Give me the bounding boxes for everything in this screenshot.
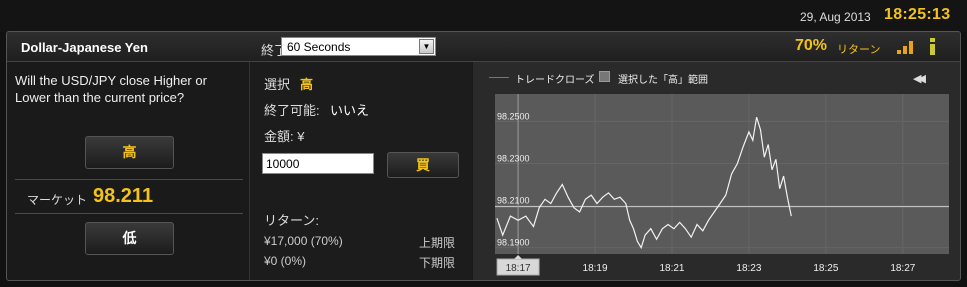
y-tick-label: 98.2300 bbox=[497, 153, 530, 163]
plot-area bbox=[495, 94, 949, 254]
y-tick-label: 98.1900 bbox=[497, 238, 530, 248]
chevron-down-icon[interactable]: ▼ bbox=[419, 39, 434, 54]
current-date: 29, Aug 2013 bbox=[800, 10, 871, 24]
payout-low-label: 下期限 bbox=[419, 256, 456, 270]
price-chart: トレードクローズ 選択した「高」範囲 ◀◀ 98.2500 98.2300 98.2… bbox=[473, 62, 960, 280]
selection-value: 高 bbox=[300, 77, 314, 92]
return-percentage: 70% bbox=[795, 37, 828, 54]
asset-name: Dollar-Japanese Yen bbox=[21, 40, 148, 55]
y-tick-label: 98.2500 bbox=[497, 111, 530, 121]
market-label: マーケット bbox=[27, 193, 88, 207]
return-title: リターン: bbox=[264, 213, 319, 228]
closable-value: いいえ bbox=[330, 103, 370, 118]
trade-widget: Dollar-Japanese Yen 終了 60 Seconds ▼ 70% … bbox=[6, 31, 961, 281]
payout-low-value: ¥0 (0%) bbox=[264, 254, 307, 268]
x-tick-label: 18:23 bbox=[736, 263, 761, 274]
top-status-bar: 29, Aug 2013 18:25:13 bbox=[0, 0, 967, 32]
chart-svg: 98.2500 98.2300 98.2100 98.1900 18:17 18:19 18… bbox=[495, 94, 949, 276]
divider bbox=[15, 213, 243, 214]
direction-panel: Will the USD/JPY close Higher or Lower t… bbox=[7, 62, 250, 280]
market-price: 98.211 bbox=[93, 185, 154, 207]
low-button[interactable]: 低 bbox=[85, 222, 174, 255]
current-time: 18:25:13 bbox=[884, 6, 951, 23]
y-tick-label: 98.2100 bbox=[497, 196, 530, 206]
expiry-value: 60 Seconds bbox=[287, 40, 351, 54]
x-tick-label: 18:25 bbox=[813, 263, 838, 274]
high-button[interactable]: 高 bbox=[85, 136, 174, 169]
order-panel: 選択 高 終了可能: いいえ 金額: ¥ 10000 買 リターン: ¥17,0… bbox=[250, 62, 472, 280]
closable-label: 終了可能: bbox=[264, 103, 320, 118]
buy-button[interactable]: 買 bbox=[387, 152, 459, 178]
return-label: リターン bbox=[837, 44, 881, 56]
widget-header: Dollar-Japanese Yen 終了 60 Seconds ▼ 70% … bbox=[7, 32, 960, 62]
x-tick-label: 18:27 bbox=[890, 263, 915, 274]
current-time-flag-label: 18:17 bbox=[506, 263, 531, 274]
payout-high-value: ¥17,000 (70%) bbox=[264, 234, 343, 248]
divider bbox=[15, 179, 243, 180]
trade-question: Will the USD/JPY close Higher or Lower t… bbox=[15, 73, 207, 105]
expiry-select[interactable]: 60 Seconds ▼ bbox=[281, 37, 436, 56]
amount-label: 金額: ¥ bbox=[264, 129, 305, 144]
amount-input[interactable]: 10000 bbox=[262, 153, 374, 174]
x-tick-label: 18:21 bbox=[659, 263, 684, 274]
payout-high-label: 上期限 bbox=[419, 236, 456, 250]
current-time-flag-pointer bbox=[514, 255, 523, 259]
x-tick-label: 18:19 bbox=[583, 263, 608, 274]
info-icon[interactable] bbox=[929, 38, 937, 55]
selection-label: 選択 bbox=[264, 77, 291, 92]
signal-bars-icon[interactable] bbox=[897, 41, 913, 54]
